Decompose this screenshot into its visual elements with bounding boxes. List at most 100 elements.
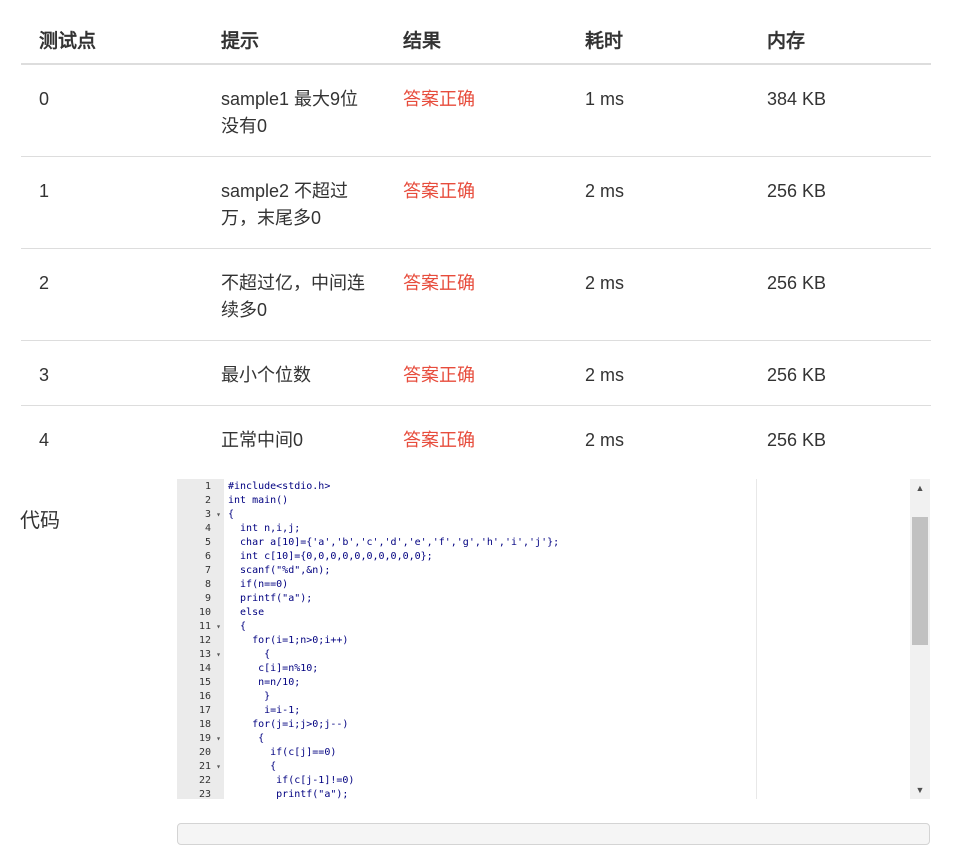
line-number: 12 [177, 634, 224, 648]
line-number-text: 1 [204, 481, 211, 492]
line-number-text: 14 [198, 663, 211, 674]
line-number: 8 [177, 578, 224, 592]
code-line[interactable]: else [228, 606, 264, 620]
line-number-text: 6 [204, 551, 211, 562]
code-line[interactable]: { [228, 648, 270, 662]
table-row: 0 sample1 最大9位没有0 答案正确 1 ms 384 KB [21, 64, 931, 157]
line-number: 10 [177, 606, 224, 620]
table-row: 4 正常中间0 答案正确 2 ms 256 KB [21, 405, 931, 470]
line-number-text: 10 [198, 607, 211, 618]
table-header-row: 测试点 提示 结果 耗时 内存 [21, 0, 931, 65]
time-cell: 1 ms [585, 89, 625, 109]
fold-arrow-icon[interactable]: ▾ [216, 760, 221, 774]
code-line[interactable]: if(c[j]==0) [228, 746, 336, 760]
scrollbar-thumb[interactable] [912, 517, 928, 645]
code-line[interactable]: int main() [228, 494, 288, 508]
memory-cell: 256 KB [749, 248, 931, 341]
table-row: 3 最小个位数 答案正确 2 ms 256 KB [21, 340, 931, 406]
code-line[interactable]: int n,i,j; [228, 522, 300, 536]
line-number-gutter: 1 2 3 ▾ 4 5 6 7 8 9 10 11 ▾ 12 13 ▾ 14 15 16 17 18 19 ▾ 20 21 ▾ 22… [177, 479, 224, 799]
fold-arrow-icon[interactable]: ▾ [216, 620, 221, 634]
line-number: 17 [177, 704, 224, 718]
code-line[interactable]: printf("a"); [228, 788, 348, 799]
code-line[interactable]: int c[10]={0,0,0,0,0,0,0,0,0,0}; [228, 550, 433, 564]
code-line[interactable]: for(i=1;n>0;i++) [228, 634, 348, 648]
line-number: 21 ▾ [177, 760, 224, 774]
line-number-text: 18 [198, 719, 211, 730]
code-editor[interactable]: 1 2 3 ▾ 4 5 6 7 8 9 10 11 ▾ 12 13 ▾ 14 15 16 17 18 19 ▾ 20 21 ▾ 22… [177, 479, 930, 799]
hint-cell: 最小个位数 [203, 340, 385, 406]
line-number-text: 12 [198, 635, 211, 646]
test-point-cell: 1 [21, 156, 203, 249]
code-line[interactable]: #include<stdio.h> [228, 480, 330, 494]
line-number-text: 9 [204, 593, 211, 604]
line-number: 2 [177, 494, 224, 508]
line-number: 22 [177, 774, 224, 788]
line-number: 14 [177, 662, 224, 676]
scroll-up-arrow-icon[interactable]: ▲ [910, 479, 930, 497]
line-number: 1 [177, 480, 224, 494]
col-header-test-point: 测试点 [21, 0, 203, 65]
bottom-panel [177, 823, 930, 845]
line-number: 20 [177, 746, 224, 760]
time-cell: 2 ms [567, 340, 749, 406]
line-number: 23 [177, 788, 224, 799]
code-line[interactable]: printf("a"); [228, 592, 312, 606]
line-number-text: 2 [204, 495, 211, 506]
line-number-text: 16 [198, 691, 211, 702]
scroll-down-arrow-icon[interactable]: ▼ [910, 781, 930, 799]
code-line[interactable]: char a[10]={'a','b','c','d','e','f','g',… [228, 536, 559, 550]
code-line[interactable]: for(j=i;j>0;j--) [228, 718, 348, 732]
fold-arrow-icon[interactable]: ▾ [216, 508, 221, 522]
code-line[interactable]: c[i]=n%10; [228, 662, 318, 676]
line-number-text: 4 [204, 523, 211, 534]
test-point-cell: 2 [21, 248, 203, 341]
code-line[interactable]: { [228, 760, 276, 774]
memory-cell: 256 KB [749, 405, 931, 470]
hint-cell: sample1 最大9位没有0 [221, 89, 359, 136]
code-line[interactable]: { [228, 732, 264, 746]
time-cell: 2 ms [567, 156, 749, 249]
result-cell: 答案正确 [385, 340, 567, 406]
line-number: 13 ▾ [177, 648, 224, 662]
col-header-time: 耗时 [567, 0, 749, 65]
result-cell: 答案正确 [385, 156, 567, 249]
code-line[interactable]: { [228, 508, 234, 522]
memory-cell: 256 KB [749, 340, 931, 406]
line-number-text: 22 [198, 775, 211, 786]
time-cell: 2 ms [567, 405, 749, 470]
line-number-text: 20 [198, 747, 211, 758]
line-number: 11 ▾ [177, 620, 224, 634]
test-results-table: 测试点 提示 结果 耗时 内存 0 sample1 最大9位没有0 答案正确 1… [21, 0, 931, 470]
code-line[interactable]: n=n/10; [228, 676, 300, 690]
code-line[interactable]: scanf("%d",&n); [228, 564, 330, 578]
col-header-hint: 提示 [203, 0, 385, 65]
code-line[interactable]: i=i-1; [228, 704, 300, 718]
vertical-scrollbar[interactable]: ▲ ▼ [910, 479, 930, 799]
code-line[interactable]: if(n==0) [228, 578, 288, 592]
line-number-text: 21 [198, 761, 211, 772]
line-number-text: 17 [198, 705, 211, 716]
table-row: 1 sample2 不超过万，末尾多0 答案正确 2 ms 256 KB [21, 156, 931, 249]
line-number-text: 8 [204, 579, 211, 590]
print-margin-line [756, 479, 757, 799]
col-header-result: 结果 [385, 0, 567, 65]
line-number: 18 [177, 718, 224, 732]
line-number-text: 13 [198, 649, 211, 660]
line-number: 3 ▾ [177, 508, 224, 522]
result-cell: 答案正确 [385, 405, 567, 470]
code-line[interactable]: { [228, 620, 246, 634]
line-number-text: 5 [204, 537, 211, 548]
line-number-text: 15 [198, 677, 211, 688]
fold-arrow-icon[interactable]: ▾ [216, 648, 221, 662]
code-line[interactable]: if(c[j-1]!=0) [228, 774, 354, 788]
test-point-cell: 3 [21, 340, 203, 406]
time-cell: 2 ms [567, 248, 749, 341]
code-line[interactable]: } [228, 690, 270, 704]
line-number: 15 [177, 676, 224, 690]
line-number-text: 3 [204, 509, 211, 520]
table-row: 2 不超过亿，中间连续多0 答案正确 2 ms 256 KB [21, 248, 931, 341]
line-number: 19 ▾ [177, 732, 224, 746]
line-number: 6 [177, 550, 224, 564]
fold-arrow-icon[interactable]: ▾ [216, 732, 221, 746]
